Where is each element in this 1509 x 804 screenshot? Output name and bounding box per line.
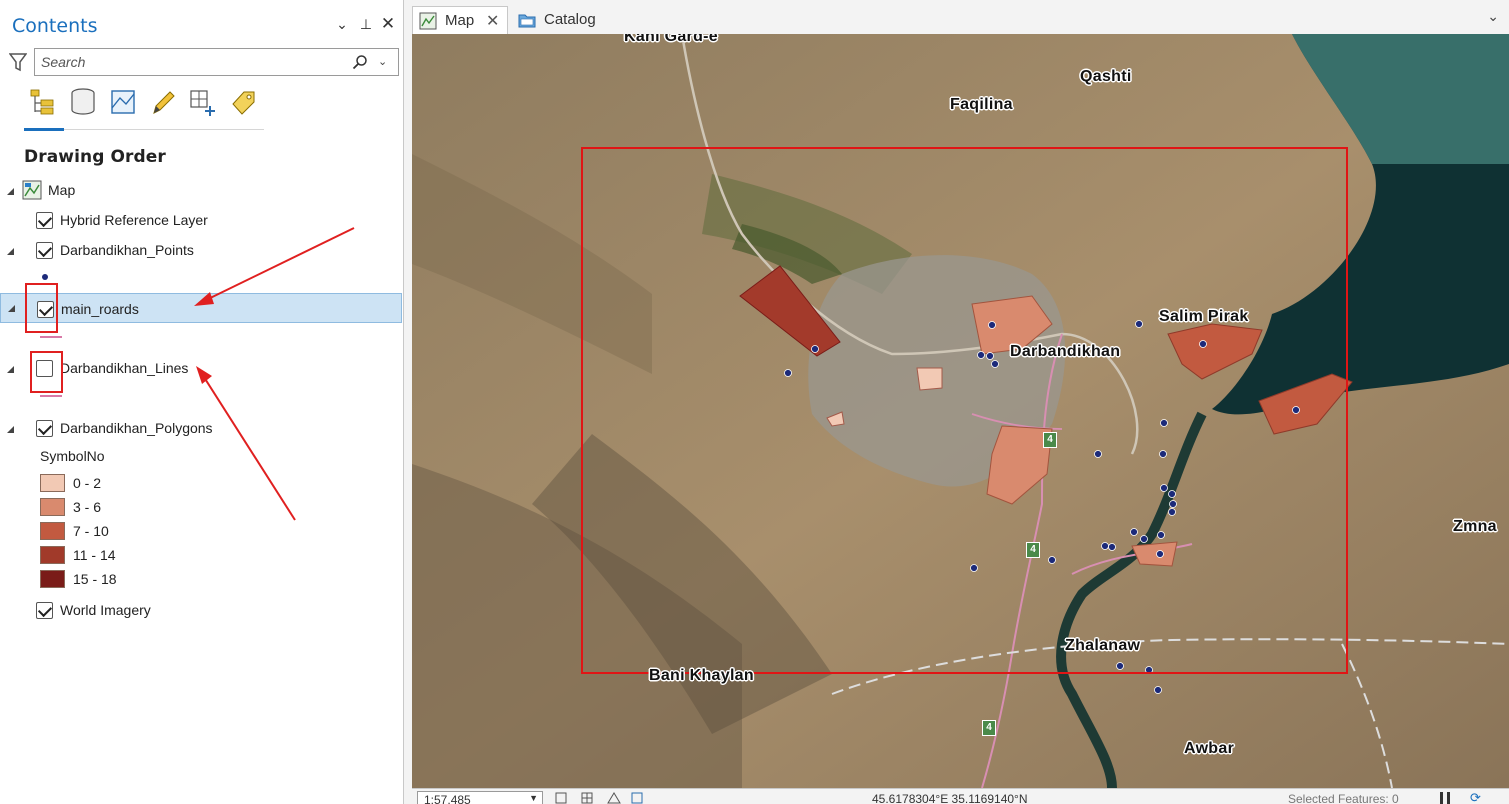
map-icon bbox=[419, 12, 437, 30]
legend-class-label: 11 - 14 bbox=[73, 547, 116, 563]
legend-swatch[interactable] bbox=[40, 498, 65, 516]
collapse-arrow-icon[interactable] bbox=[7, 426, 14, 433]
layer-visibility-checkbox[interactable] bbox=[36, 242, 53, 259]
coordinate-readout: 45.6178304°E 35.1169140°N bbox=[872, 792, 1028, 804]
point-symbol[interactable] bbox=[42, 274, 48, 280]
list-by-drawing-order-icon[interactable] bbox=[28, 86, 58, 120]
collapse-arrow-icon[interactable] bbox=[7, 248, 14, 255]
map-icon bbox=[22, 180, 42, 200]
list-by-editing-icon[interactable] bbox=[148, 86, 178, 120]
tab-list-chevron-icon[interactable]: ⌄ bbox=[1487, 8, 1499, 25]
layer-row-world-imagery[interactable]: World Imagery bbox=[0, 596, 402, 626]
layer-visibility-checkbox[interactable] bbox=[36, 420, 53, 437]
road-shield: 4 bbox=[1043, 432, 1057, 448]
tab-catalog[interactable]: Catalog bbox=[512, 6, 612, 34]
map-node-label: Map bbox=[48, 182, 76, 198]
legend-class-label: 15 - 18 bbox=[73, 571, 117, 587]
status-tools-icons[interactable] bbox=[554, 791, 654, 804]
close-tab-icon[interactable]: ✕ bbox=[486, 11, 499, 31]
place-label: Zhalanaw bbox=[1065, 637, 1141, 654]
scale-selector[interactable]: 1:57,485 ▼ bbox=[417, 791, 543, 804]
search-options-chevron-icon[interactable]: ⌄ bbox=[378, 54, 392, 70]
pause-drawing-icon[interactable] bbox=[1438, 791, 1452, 804]
legend-class[interactable]: 11 - 14 bbox=[40, 546, 240, 566]
list-by-selection-icon[interactable] bbox=[108, 86, 138, 120]
pane-options-chevron-icon[interactable]: ⌄ bbox=[334, 16, 350, 32]
tab-map[interactable]: Map ✕ bbox=[412, 6, 508, 34]
section-title: Drawing Order bbox=[24, 147, 166, 167]
layer-visibility-checkbox[interactable] bbox=[36, 602, 53, 619]
legend-swatch[interactable] bbox=[40, 474, 65, 492]
scale-dropdown-chevron-icon[interactable]: ▼ bbox=[529, 793, 538, 803]
legend-swatch[interactable] bbox=[40, 546, 65, 564]
arcgis-pro-window: Contents ⌄ ⊥ ✕ ⌄ bbox=[0, 0, 1509, 804]
place-label: Kani Gard-e bbox=[624, 34, 718, 45]
legend-class-label: 0 - 2 bbox=[73, 475, 102, 491]
legend-swatch[interactable] bbox=[40, 522, 65, 540]
refresh-icon[interactable]: ⟳ bbox=[1470, 791, 1486, 804]
place-label: Bani Khaylan bbox=[649, 667, 754, 684]
search-icon[interactable] bbox=[352, 54, 368, 70]
tab-label: Catalog bbox=[544, 11, 596, 28]
pin-icon[interactable]: ⊥ bbox=[358, 16, 374, 32]
scale-value: 1:57,485 bbox=[424, 793, 471, 804]
annotation-highlight-box bbox=[30, 351, 63, 393]
layer-label: main_roards bbox=[61, 301, 139, 317]
legend-field-name: SymbolNo bbox=[40, 448, 105, 464]
collapse-arrow-icon[interactable] bbox=[7, 188, 14, 195]
layer-visibility-checkbox[interactable] bbox=[36, 212, 53, 229]
place-label: Faqilina bbox=[950, 96, 1013, 113]
close-pane-icon[interactable]: ✕ bbox=[380, 15, 396, 32]
collapse-arrow-icon[interactable] bbox=[8, 305, 15, 312]
line-symbol[interactable] bbox=[40, 395, 62, 397]
map-view[interactable]: Kani Gard-e Qashti Faqilina Darbandikhan… bbox=[412, 34, 1509, 788]
tab-label: Map bbox=[445, 12, 475, 29]
list-by-snapping-icon[interactable] bbox=[188, 86, 218, 120]
layer-label: Darbandikhan_Lines bbox=[60, 360, 189, 376]
map-status-bar: 1:57,485 ▼ 45.6178304°E 35.1169140°N Sel… bbox=[412, 788, 1509, 804]
line-symbol[interactable] bbox=[40, 336, 62, 338]
collapse-arrow-icon[interactable] bbox=[7, 366, 14, 373]
layer-label: Darbandikhan_Points bbox=[60, 242, 194, 258]
extent-rectangle bbox=[581, 147, 1348, 674]
filter-icon[interactable] bbox=[9, 52, 27, 72]
road-shield: 4 bbox=[982, 720, 996, 736]
annotation-highlight-box bbox=[25, 283, 58, 333]
view-tab-bar: Map ✕ Catalog ⌄ bbox=[412, 6, 1509, 34]
place-label: Zmna bbox=[1453, 518, 1497, 535]
place-label: Darbandikhan bbox=[1010, 343, 1121, 360]
search-box[interactable]: ⌄ bbox=[34, 48, 399, 76]
selected-features-count[interactable]: Selected Features: 0 bbox=[1288, 792, 1399, 804]
legend-swatch[interactable] bbox=[40, 570, 65, 588]
active-view-indicator bbox=[24, 128, 64, 131]
road-shield: 4 bbox=[1026, 542, 1040, 558]
legend-class-label: 7 - 10 bbox=[73, 523, 109, 539]
search-input[interactable] bbox=[41, 53, 341, 71]
annotation-arrows bbox=[194, 227, 355, 521]
contents-pane: Contents ⌄ ⊥ ✕ ⌄ bbox=[0, 0, 404, 804]
layer-label: World Imagery bbox=[60, 602, 151, 618]
legend-class[interactable]: 15 - 18 bbox=[40, 570, 240, 590]
contents-title: Contents bbox=[12, 15, 98, 37]
place-label: Awbar bbox=[1184, 740, 1235, 757]
list-by-data-source-icon[interactable] bbox=[68, 86, 98, 120]
contents-view-toolbar bbox=[24, 86, 264, 131]
place-label: Salim Pirak bbox=[1159, 308, 1249, 325]
list-by-labeling-icon[interactable] bbox=[228, 86, 258, 120]
layer-row-map[interactable]: Map bbox=[0, 176, 402, 206]
catalog-icon bbox=[518, 14, 536, 28]
place-label: Qashti bbox=[1080, 68, 1132, 85]
legend-class-label: 3 - 6 bbox=[73, 499, 102, 515]
